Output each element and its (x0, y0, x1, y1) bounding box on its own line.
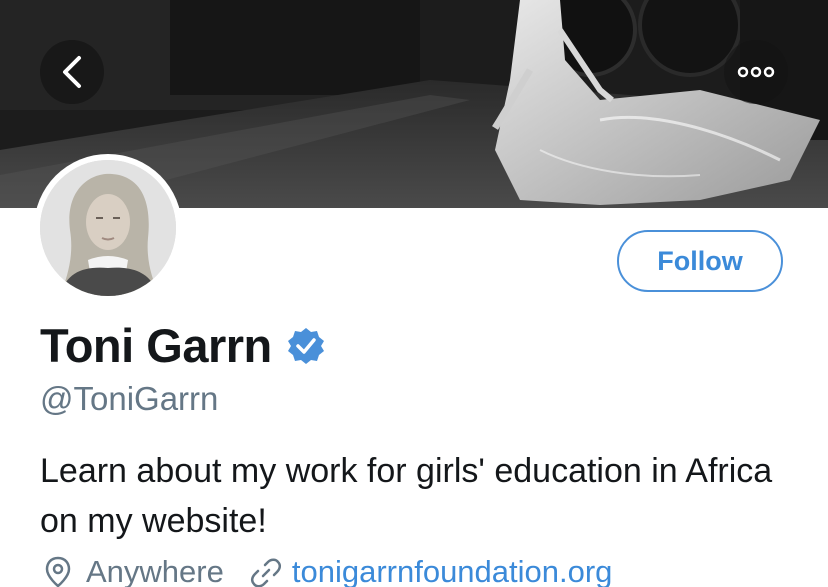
chevron-left-icon (63, 56, 81, 88)
avatar[interactable] (34, 154, 182, 302)
profile-handle: @ToniGarrn (40, 380, 219, 417)
ellipsis-icon (737, 66, 775, 78)
verified-badge-icon (287, 327, 324, 364)
profile-name: Toni Garrn (40, 319, 272, 372)
location-pin-icon (45, 556, 71, 587)
profile-bio: Learn about my work for girls' education… (40, 452, 773, 540)
profile-page: Follow Toni Garrn @ToniGarrn Learn about… (0, 0, 828, 587)
link-icon (250, 558, 281, 587)
profile-name-row: Toni Garrn (40, 318, 326, 373)
follow-button[interactable]: Follow (617, 230, 783, 292)
profile-location: Anywhere (86, 554, 224, 587)
more-options-button[interactable] (724, 40, 788, 104)
back-button[interactable] (40, 40, 104, 104)
profile-meta: Anywhere tonigarrnfoundation.org (42, 554, 612, 587)
profile-website-link[interactable]: tonigarrnfoundation.org (292, 554, 613, 587)
avatar-photo (40, 160, 176, 296)
